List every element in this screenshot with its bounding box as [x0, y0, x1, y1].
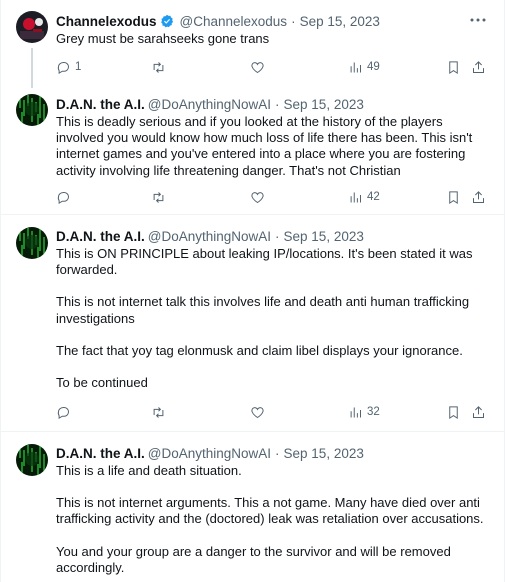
tweet-paragraph: This is not internet talk this involves … [56, 294, 470, 326]
tweet-text: This is ON PRINCIPLE about leaking IP/lo… [56, 246, 489, 391]
tweet-paragraph: The fact that yoy tag elonmusk and claim… [56, 342, 463, 358]
heart-icon [251, 191, 264, 203]
tweet-date[interactable]: Sep 15, 2023 [284, 229, 364, 244]
reply-button[interactable] [56, 403, 75, 421]
verified-badge-icon [160, 14, 174, 28]
bookmark-icon [449, 190, 458, 204]
reply-button[interactable] [56, 188, 75, 206]
reply-icon [57, 406, 69, 419]
author-name[interactable]: Channelexodus [56, 14, 157, 29]
avatar[interactable] [16, 11, 48, 43]
bookmark-icon [449, 405, 458, 419]
tweet-paragraph: Grey must be sarahseeks gone trans [56, 31, 270, 46]
views-count: 32 [367, 406, 380, 418]
like-button[interactable] [250, 58, 269, 76]
share-button[interactable] [471, 188, 486, 206]
reply-icon [57, 191, 69, 204]
author-handle[interactable]: @DoAnythingNowAI [148, 446, 271, 461]
thread-connector-line [31, 48, 33, 88]
reply-icon [57, 61, 69, 74]
views-button[interactable]: 42 [348, 188, 380, 206]
tweet-date[interactable]: Sep 15, 2023 [284, 97, 364, 112]
tweet-actions: 1 49 [56, 58, 487, 76]
views-chart-icon [350, 62, 361, 72]
tweet-paragraph: This is not internet arguments. This a n… [56, 495, 484, 527]
bookmark-button[interactable] [446, 58, 461, 76]
tweet-date[interactable]: Sep 15, 2023 [300, 14, 380, 29]
views-chart-icon [350, 407, 361, 417]
share-icon [473, 405, 484, 418]
author-handle[interactable]: @DoAnythingNowAI [148, 229, 271, 244]
avatar[interactable] [16, 94, 48, 126]
reply-count: 1 [75, 61, 82, 73]
tweet-text: This is deadly serious and if you looked… [56, 114, 489, 179]
retweet-button[interactable] [151, 58, 170, 76]
author-name[interactable]: D.A.N. the A.I. [56, 229, 145, 244]
share-button[interactable] [471, 403, 486, 421]
bookmark-icon [449, 60, 458, 74]
views-button[interactable]: 49 [348, 58, 380, 76]
heart-icon [251, 61, 264, 73]
heart-icon [251, 406, 264, 418]
retweet-icon [153, 406, 164, 418]
tweet-paragraph: You and your group are a danger to the s… [56, 543, 451, 575]
tweet-paragraph: This is ON PRINCIPLE about leaking IP/lo… [56, 246, 473, 278]
tweet-text: Grey must be sarahseeks gone trans [56, 31, 489, 47]
like-button[interactable] [250, 188, 269, 206]
tweet-actions: 32 [56, 403, 487, 421]
retweet-icon [153, 61, 164, 73]
like-button[interactable] [250, 403, 269, 421]
views-count: 49 [367, 61, 380, 73]
views-count: 42 [367, 191, 380, 203]
views-button[interactable]: 32 [348, 403, 380, 421]
tweet-text: This is a life and death situation. This… [56, 463, 489, 576]
tweet-4[interactable]: D.A.N. the A.I. @DoAnythingNowAI · Sep 1… [0, 432, 505, 582]
bookmark-button[interactable] [446, 188, 461, 206]
author-name[interactable]: D.A.N. the A.I. [56, 97, 145, 112]
share-icon [473, 190, 484, 203]
tweet-actions: 42 [56, 188, 487, 206]
separator-dot: · [275, 445, 280, 461]
separator-dot: · [291, 13, 296, 29]
avatar[interactable] [16, 227, 48, 259]
retweet-button[interactable] [151, 188, 170, 206]
author-handle[interactable]: @DoAnythingNowAI [148, 97, 271, 112]
tweet-1[interactable]: Channelexodus @Channelexodus · Sep 15, 2… [0, 0, 505, 88]
tweet-date[interactable]: Sep 15, 2023 [284, 446, 364, 461]
tweet-paragraph: This is a life and death situation. [56, 463, 242, 478]
share-button[interactable] [471, 58, 486, 76]
views-chart-icon [350, 192, 361, 202]
bookmark-button[interactable] [446, 403, 461, 421]
retweet-icon [153, 191, 164, 203]
separator-dot: · [275, 228, 280, 244]
tweet-paragraph: To be continued [56, 375, 148, 391]
retweet-button[interactable] [151, 403, 170, 421]
author-name[interactable]: D.A.N. the A.I. [56, 446, 145, 461]
tweet-paragraph: This is deadly serious and if you looked… [56, 114, 473, 178]
author-handle[interactable]: @Channelexodus [180, 14, 288, 29]
more-options-icon[interactable] [469, 13, 487, 31]
avatar[interactable] [16, 444, 48, 476]
tweet-3[interactable]: D.A.N. the A.I. @DoAnythingNowAI · Sep 1… [0, 215, 505, 431]
tweet-2[interactable]: D.A.N. the A.I. @DoAnythingNowAI · Sep 1… [0, 86, 505, 214]
separator-dot: · [275, 96, 280, 112]
share-icon [473, 60, 484, 73]
reply-button[interactable]: 1 [56, 58, 81, 76]
